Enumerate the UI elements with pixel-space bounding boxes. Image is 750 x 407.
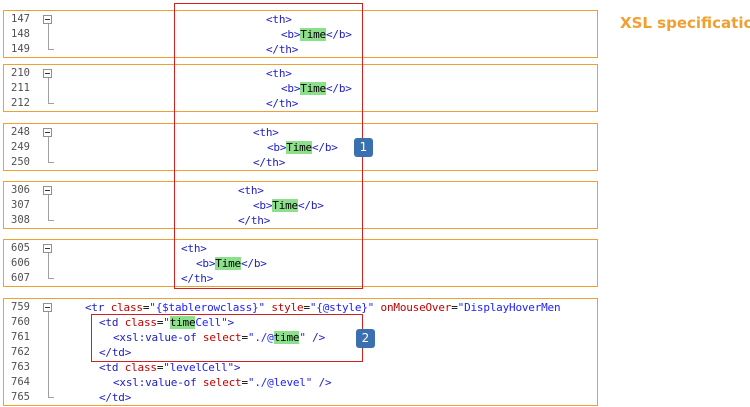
code-token: <tr bbox=[85, 301, 111, 314]
line-number: 764 bbox=[11, 376, 30, 388]
collapse-icon[interactable] bbox=[43, 128, 52, 137]
line-number: 148 bbox=[11, 28, 30, 40]
highlight-box-1 bbox=[174, 3, 363, 289]
fold-gutter-line bbox=[48, 360, 49, 375]
fold-gutter-line bbox=[48, 330, 49, 345]
fold-gutter-line bbox=[48, 140, 49, 155]
code-token: class bbox=[110, 301, 143, 314]
xsl-specification-title: XSL specification bbox=[620, 14, 750, 32]
collapse-icon[interactable] bbox=[43, 15, 52, 24]
line-number: 211 bbox=[11, 82, 30, 94]
line-number: 762 bbox=[11, 346, 30, 358]
code-token: > bbox=[233, 361, 241, 374]
fold-end-icon bbox=[48, 103, 54, 104]
annotation-badge-2: 2 bbox=[356, 329, 375, 348]
fold-gutter-line bbox=[48, 27, 49, 42]
fold-end-icon bbox=[48, 49, 54, 50]
line-number: 759 bbox=[11, 301, 30, 313]
collapse-icon[interactable] bbox=[43, 303, 52, 312]
code-token: "DisplayHoverMen bbox=[457, 301, 561, 314]
fold-gutter-line bbox=[48, 81, 49, 96]
line-number: 250 bbox=[11, 156, 30, 168]
code-token: style bbox=[271, 301, 304, 314]
line-number: 248 bbox=[11, 126, 30, 138]
collapse-icon[interactable] bbox=[43, 186, 52, 195]
fold-end-icon bbox=[48, 220, 54, 221]
line-number: 607 bbox=[11, 272, 30, 284]
code-token: </td> bbox=[99, 391, 132, 404]
fold-end-icon bbox=[48, 278, 54, 279]
line-number: 763 bbox=[11, 361, 30, 373]
line-number: 307 bbox=[11, 199, 30, 211]
code-token: "{$tablerowclass}" bbox=[149, 301, 265, 314]
code-token: <td bbox=[99, 361, 125, 374]
code-text: <xsl:value-of select="./@level" /> bbox=[113, 375, 332, 390]
code-text: <td class="levelCell"> bbox=[99, 360, 241, 375]
code-token: <xsl:value-of bbox=[113, 376, 203, 389]
code-text: </td> bbox=[99, 390, 131, 405]
line-number: 765 bbox=[11, 391, 30, 403]
fold-gutter-line bbox=[48, 345, 49, 360]
code-token: select bbox=[202, 376, 242, 389]
code-line: 759 <tr class="{$tablerowclass}" style="{… bbox=[4, 300, 597, 315]
fold-gutter-line bbox=[48, 198, 49, 213]
fold-gutter-line bbox=[48, 315, 49, 330]
line-number: 761 bbox=[11, 331, 30, 343]
annotation-badge-1: 1 bbox=[354, 138, 373, 157]
code-token: "./@level" bbox=[247, 376, 313, 389]
fold-end-icon bbox=[48, 397, 54, 398]
line-number: 149 bbox=[11, 43, 30, 55]
line-number: 210 bbox=[11, 67, 30, 79]
code-line: 764 <xsl:value-of select="./@level" /> bbox=[4, 375, 597, 390]
line-number: 760 bbox=[11, 316, 30, 328]
line-number: 306 bbox=[11, 184, 30, 196]
code-token: /> bbox=[312, 376, 332, 389]
code-text: <tr class="{$tablerowclass}" style="{@st… bbox=[85, 300, 561, 315]
code-line: 765 </td> bbox=[4, 390, 597, 405]
fold-end-icon bbox=[48, 162, 54, 163]
code-token: onMouseOver bbox=[380, 301, 452, 314]
highlight-box-2 bbox=[91, 314, 363, 362]
line-number: 147 bbox=[11, 13, 30, 25]
line-number: 212 bbox=[11, 97, 30, 109]
code-token: "{@style}" bbox=[309, 301, 375, 314]
code-token: "levelCell" bbox=[163, 361, 234, 374]
fold-gutter-line bbox=[48, 375, 49, 390]
collapse-icon[interactable] bbox=[43, 244, 52, 253]
line-number: 605 bbox=[11, 242, 30, 254]
line-number: 249 bbox=[11, 141, 30, 153]
collapse-icon[interactable] bbox=[43, 69, 52, 78]
line-number: 606 bbox=[11, 257, 30, 269]
line-number: 308 bbox=[11, 214, 30, 226]
fold-gutter-line bbox=[48, 256, 49, 271]
code-line: 763 <td class="levelCell"> bbox=[4, 360, 597, 375]
code-token: class bbox=[124, 361, 157, 374]
